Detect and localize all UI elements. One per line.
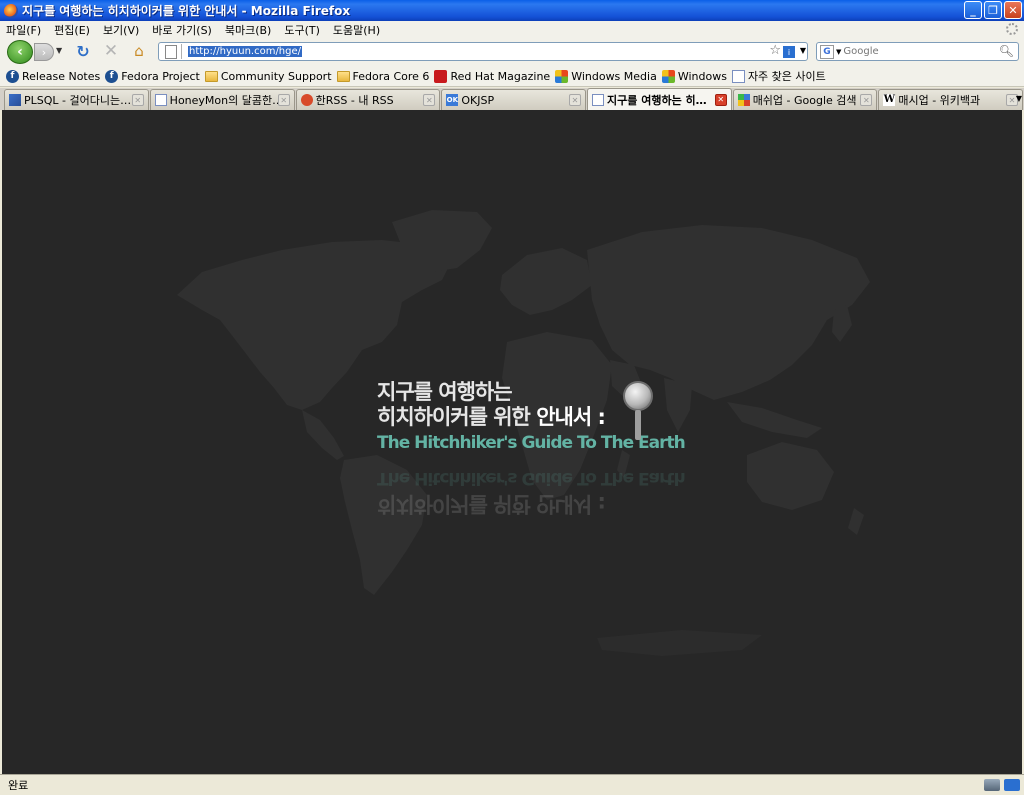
folder-icon bbox=[204, 70, 218, 82]
menu-bookmarks[interactable]: 북마크(B) bbox=[225, 22, 272, 38]
tab-plsql[interactable]: PLSQL - 걸어다니는… ✕ bbox=[4, 89, 149, 110]
addon-status-icon[interactable] bbox=[984, 779, 1000, 791]
tab-close-icon[interactable]: ✕ bbox=[569, 94, 582, 106]
rss-icon bbox=[300, 94, 313, 106]
tab-honeymon[interactable]: HoneyMon의 달콤한… ✕ bbox=[149, 89, 295, 110]
window-title: 지구를 여행하는 히치하이커를 위한 안내서 - Mozilla Firefox bbox=[22, 4, 351, 18]
firefox-icon bbox=[4, 3, 18, 18]
bookmarks-toolbar: f Release Notes f Fedora Project Community… bbox=[0, 66, 1024, 87]
bookmark-fedora-core-6[interactable]: Fedora Core 6 bbox=[336, 70, 429, 83]
magnifier-icon bbox=[623, 381, 653, 440]
bookmark-community-support[interactable]: Community Support bbox=[204, 70, 332, 83]
search-input[interactable] bbox=[843, 46, 1004, 57]
url-text[interactable]: http://hyuun.com/hge/ bbox=[188, 46, 303, 57]
tab-close-icon[interactable]: ✕ bbox=[860, 94, 873, 106]
page-icon bbox=[165, 44, 177, 59]
menu-edit[interactable]: 편집(E) bbox=[54, 22, 90, 38]
tab-close-icon[interactable]: ✕ bbox=[714, 93, 727, 106]
tab-strip: PLSQL - 걸어다니는… ✕ HoneyMon의 달콤한… ✕ 한RSS -… bbox=[0, 88, 1024, 110]
status-bar: 완료 bbox=[0, 774, 1024, 795]
url-dropdown-icon[interactable]: ▼ bbox=[800, 46, 806, 55]
close-button[interactable]: ✕ bbox=[1004, 1, 1022, 19]
menu-tools[interactable]: 도구(T) bbox=[284, 22, 320, 38]
page-content: 지구를 여행하는 히치하이커를 위한 안내서 : The Hitchhiker'… bbox=[2, 110, 1022, 774]
folder-icon bbox=[336, 70, 350, 82]
menu-file[interactable]: 파일(F) bbox=[6, 22, 41, 38]
tab-google-search[interactable]: 매쉬업 - Google 검색 ✕ bbox=[732, 89, 878, 110]
bookmark-windows[interactable]: Windows bbox=[661, 69, 727, 83]
site-info-icon[interactable]: i bbox=[783, 46, 795, 58]
google-engine-icon[interactable]: G bbox=[820, 44, 834, 59]
reload-button[interactable]: ↻ bbox=[74, 42, 92, 61]
menu-help[interactable]: 도움말(H) bbox=[333, 22, 380, 38]
home-button[interactable]: ⌂ bbox=[130, 42, 148, 60]
fedora-icon: f bbox=[105, 69, 119, 83]
stop-button[interactable]: ✕ bbox=[102, 41, 120, 61]
tab-wikipedia[interactable]: W 매시업 - 위키백과 ✕ bbox=[878, 89, 1024, 110]
restore-button[interactable]: ❐ bbox=[984, 1, 1002, 19]
xmarks-icon[interactable] bbox=[1004, 779, 1020, 791]
wikipedia-icon: W bbox=[883, 94, 896, 106]
tab-close-icon[interactable]: ✕ bbox=[131, 94, 144, 106]
windows-icon bbox=[555, 69, 569, 83]
search-icon[interactable]: 🔍︎ bbox=[999, 44, 1014, 58]
menu-view[interactable]: 보기(V) bbox=[103, 22, 139, 38]
status-text: 완료 bbox=[8, 779, 29, 792]
bookmark-star-icon[interactable]: ☆ bbox=[769, 43, 781, 58]
bookmark-fedora-project[interactable]: f Fedora Project bbox=[105, 69, 200, 83]
fedora-icon: f bbox=[6, 69, 19, 83]
okjsp-icon: OK bbox=[446, 94, 459, 106]
site-title: 지구를 여행하는 히치하이커를 위한 안내서 : The Hitchhiker'… bbox=[377, 380, 686, 456]
back-button[interactable]: ‹ bbox=[7, 40, 33, 64]
google-icon bbox=[737, 94, 750, 106]
windows-icon bbox=[661, 69, 675, 83]
tab-hitchhiker-guide[interactable]: 지구를 여행하는 히… ✕ bbox=[587, 88, 732, 110]
page-icon bbox=[592, 93, 605, 106]
bookmark-windows-media[interactable]: Windows Media bbox=[555, 69, 657, 83]
search-box[interactable]: G ▼ 🔍︎ bbox=[816, 42, 1019, 61]
url-bar[interactable]: http://hyuun.com/hge/ ☆ i ▼ bbox=[158, 42, 808, 61]
forward-button[interactable]: › bbox=[34, 43, 54, 61]
minimize-button[interactable]: _ bbox=[964, 1, 982, 19]
tab-close-icon[interactable]: ✕ bbox=[423, 94, 436, 106]
tab-hanrss[interactable]: 한RSS - 내 RSS ✕ bbox=[295, 89, 441, 110]
page-icon bbox=[154, 94, 167, 106]
plsql-icon bbox=[9, 94, 21, 106]
page-icon bbox=[731, 69, 745, 83]
tab-close-icon[interactable]: ✕ bbox=[277, 94, 290, 106]
engine-dropdown-icon[interactable]: ▼ bbox=[836, 48, 841, 56]
bookmark-most-visited[interactable]: 자주 찾은 사이트 bbox=[731, 68, 826, 84]
throbber-icon bbox=[1006, 23, 1018, 35]
history-dropdown-icon[interactable]: ▼ bbox=[56, 46, 62, 55]
bookmark-release-notes[interactable]: f Release Notes bbox=[6, 69, 100, 83]
title-bar: 지구를 여행하는 히치하이커를 위한 안내서 - Mozilla Firefox… bbox=[0, 0, 1024, 21]
menu-go[interactable]: 바로 가기(S) bbox=[152, 22, 212, 38]
tab-list-dropdown-icon[interactable]: ▼ bbox=[1016, 94, 1022, 103]
redhat-icon bbox=[434, 69, 448, 83]
tab-okjsp[interactable]: OK OKJSP ✕ bbox=[441, 89, 587, 110]
bookmark-red-hat-magazine[interactable]: Red Hat Magazine bbox=[434, 69, 550, 83]
menu-bar: 파일(F) 편집(E) 보기(V) 바로 가기(S) 북마크(B) 도구(T) … bbox=[0, 21, 1024, 38]
title-reflection: 히치하이커를 위한 안내서 : The Hitchhiker's Guide T… bbox=[377, 468, 685, 516]
navigation-toolbar: ‹ › ▼ ↻ ✕ ⌂ http://hyuun.com/hge/ ☆ i ▼ … bbox=[0, 38, 1024, 66]
